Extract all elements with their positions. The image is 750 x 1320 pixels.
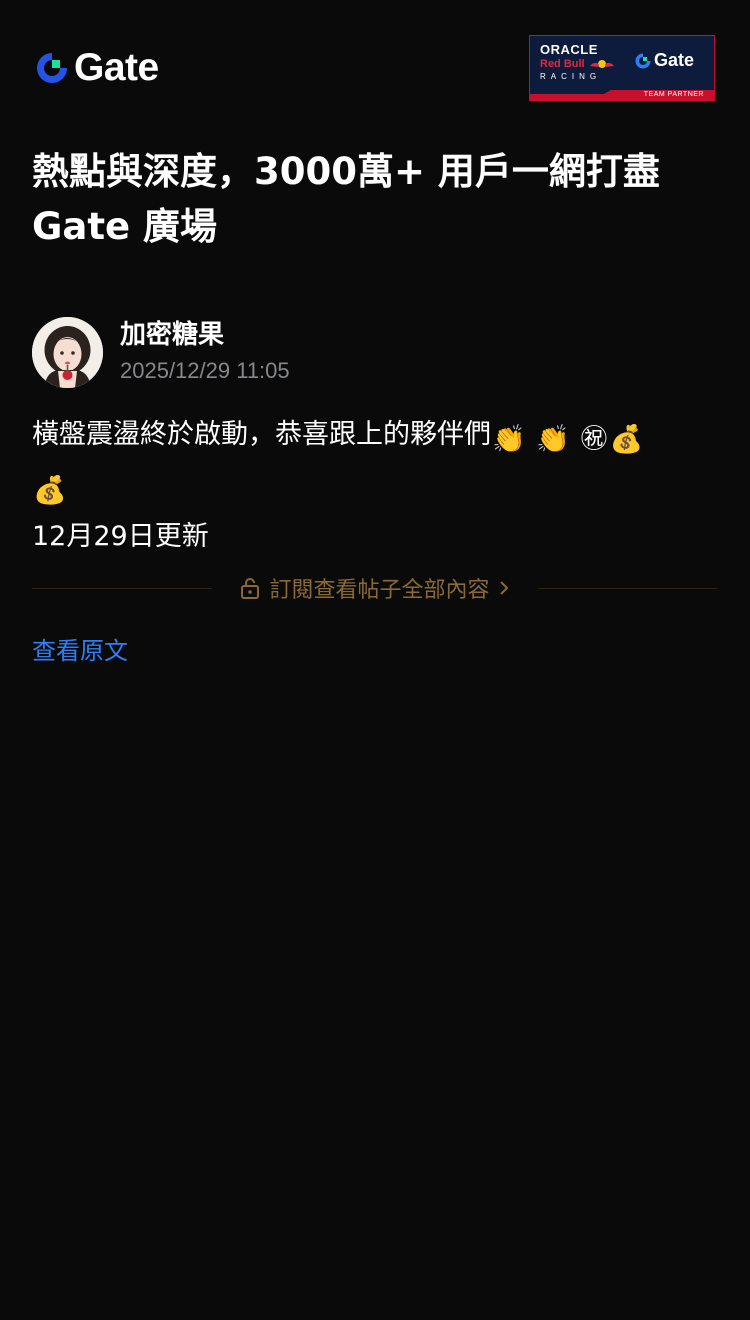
post-text-line-1: 橫盤震盪終於啟動，恭喜跟上的夥伴們👏 👏 ㊗💰 (32, 412, 722, 463)
page-title: 熱點與深度，3000萬+ 用戶一網打盡 Gate 廣場 (32, 144, 722, 254)
author-name[interactable]: 加密糖果 (120, 318, 290, 352)
subscribe-divider: 訂閱查看帖子全部內容 (32, 568, 718, 608)
header: Gate ORACLE Red Bull RACING Gate TEAM PA… (0, 0, 750, 120)
view-original-link[interactable]: 查看原文 (32, 633, 128, 669)
clap-emoji: 👏 (536, 424, 570, 455)
subscribe-button[interactable]: 訂閱查看帖子全部內容 (212, 572, 538, 604)
gate-logo-icon (37, 53, 67, 83)
lock-icon (240, 578, 259, 599)
red-bull-label: Red Bull (540, 57, 618, 71)
post-content: 橫盤震盪終於啟動，恭喜跟上的夥伴們👏 👏 ㊗💰 💰 12月29日更新 (32, 412, 722, 560)
title-line-1: 熱點與深度，3000萬+ 用戶一網打盡 (32, 150, 660, 193)
gate-logo[interactable]: Gate (34, 48, 159, 88)
post-text: 橫盤震盪終於啟動，恭喜跟上的夥伴們 (32, 419, 491, 450)
clap-emoji: 👏 (492, 424, 526, 455)
gate-logo-icon (635, 53, 651, 68)
author-info: 加密糖果 2025/12/29 11:05 (120, 318, 290, 386)
post-author[interactable]: 加密糖果 2025/12/29 11:05 (32, 316, 290, 388)
congratulations-emoji: ㊗ (580, 424, 608, 455)
partner-gate-logo: Gate (634, 50, 694, 71)
chevron-right-icon (499, 581, 508, 595)
post-update-note: 12月29日更新 (32, 521, 209, 552)
logo-text: Gate (74, 46, 159, 89)
red-bull-text: Red Bull (540, 58, 585, 70)
divider-right (537, 587, 718, 589)
post-timestamp: 2025/12/29 11:05 (120, 358, 290, 383)
red-bull-icon (589, 60, 614, 68)
divider-left (32, 587, 212, 589)
title-line-2: Gate 廣場 (32, 205, 217, 248)
oracle-label: ORACLE (540, 42, 598, 57)
racing-label: RACING (540, 72, 602, 81)
post-text-line-2: 💰 (32, 463, 722, 514)
avatar[interactable] (32, 316, 103, 388)
oracle-red-bull-racing-logo: ORACLE Red Bull RACING (540, 43, 618, 83)
subscribe-label: 訂閱查看帖子全部內容 (269, 578, 490, 603)
money-bag-emoji: 💰 (33, 475, 67, 506)
partner-gate-text: Gate (654, 50, 695, 70)
avatar-image (32, 316, 103, 388)
team-partner-badge[interactable]: ORACLE Red Bull RACING Gate TEAM PARTNER (529, 35, 715, 101)
money-bag-emoji: 💰 (609, 424, 644, 455)
team-partner-label: TEAM PARTNER (643, 91, 704, 98)
